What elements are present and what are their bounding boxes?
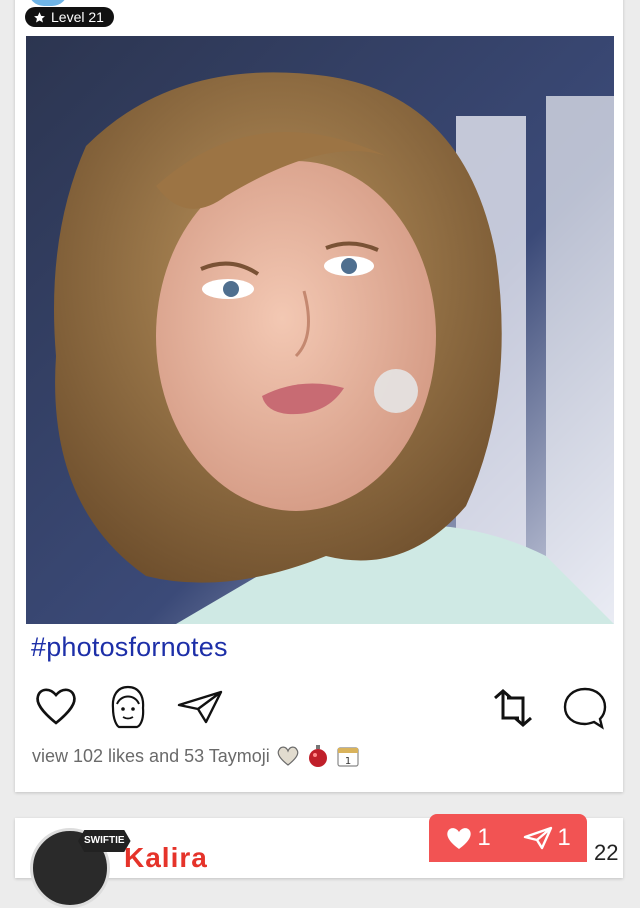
send-button[interactable] xyxy=(176,689,224,725)
svg-text:1: 1 xyxy=(345,756,351,767)
star-icon xyxy=(34,11,45,22)
like-count-button[interactable]: 1 xyxy=(445,824,491,852)
taymoji-button[interactable] xyxy=(109,684,147,730)
taymoji-face-icon xyxy=(111,685,145,729)
heart-icon xyxy=(447,828,471,849)
comment-icon xyxy=(563,687,607,730)
post-photo[interactable] xyxy=(26,36,614,624)
share-count-button[interactable]: 1 xyxy=(523,824,571,852)
swiftie-badge: SWIFTIE xyxy=(78,830,131,852)
shares-count: 1 xyxy=(557,824,571,851)
comment-count: 22 xyxy=(594,840,619,865)
level-badge: Level 21 xyxy=(25,7,114,27)
stats-text: view 102 likes and 53 Taymoji xyxy=(32,745,270,766)
repost-icon xyxy=(494,689,532,727)
likes-count: 1 xyxy=(477,824,491,851)
author-name[interactable]: Kalira xyxy=(124,842,208,874)
repost-button[interactable] xyxy=(489,688,537,728)
heart-emoji-icon xyxy=(277,746,299,766)
like-button[interactable] xyxy=(34,686,78,726)
comment-button[interactable] xyxy=(562,686,608,730)
hashtag[interactable]: #photosfornotes xyxy=(31,632,228,663)
likes-summary[interactable]: view 102 likes and 53 Taymoji 1 xyxy=(32,744,360,768)
level-label: Level 21 xyxy=(51,9,104,25)
ornament-emoji-icon xyxy=(308,745,327,767)
calendar-emoji-icon: 1 xyxy=(337,747,359,767)
heart-icon xyxy=(36,688,76,725)
send-icon xyxy=(524,826,553,850)
send-icon xyxy=(177,690,223,724)
